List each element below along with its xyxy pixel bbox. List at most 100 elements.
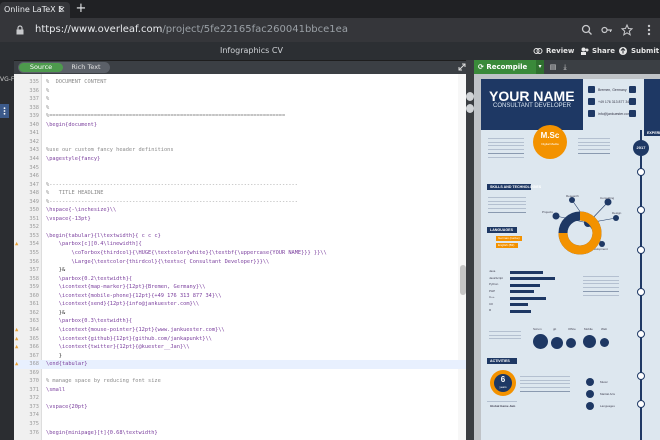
- code-line[interactable]: 336%: [14, 87, 468, 96]
- code-line[interactable]: 343 %use our custom fancy header definiti…: [14, 146, 468, 155]
- logs-icon[interactable]: ▤: [548, 61, 558, 73]
- mobile-phone-icon: [588, 98, 595, 105]
- code-line[interactable]: 349 %------------------------------------…: [14, 198, 468, 207]
- submit-icon: [619, 47, 627, 55]
- code-line[interactable]: 356 \Large{\textcolor{thirdcol}{\textsc{…: [14, 258, 468, 267]
- submit-button[interactable]: Submit: [631, 44, 659, 58]
- bar: [510, 296, 546, 300]
- experience-header: EXPERIENCE: [644, 130, 660, 136]
- warning-icon[interactable]: ▲: [15, 360, 22, 369]
- code-line[interactable]: 369: [14, 369, 468, 378]
- address-input[interactable]: https://www.overleaf.com/project/5fe2216…: [35, 23, 348, 37]
- code-line[interactable]: 375: [14, 420, 468, 429]
- code-line[interactable]: 367 }: [14, 352, 468, 361]
- code-text: % DOCUMENT CONTENT: [46, 79, 107, 85]
- warning-icon[interactable]: ▲: [15, 343, 22, 352]
- code-line[interactable]: 358 \parbox{0.2\textwidth}{: [14, 275, 468, 284]
- code-line[interactable]: 344 \pagestyle{fancy}: [14, 155, 468, 164]
- code-text: \end{tabular}: [46, 361, 88, 368]
- line-number: 363: [29, 318, 39, 325]
- recompile-button[interactable]: ⟳ Recompile: [474, 60, 536, 74]
- warning-icon[interactable]: ▲: [15, 240, 22, 249]
- line-number: 360: [29, 292, 39, 299]
- browser-tab-strip: [0, 0, 660, 18]
- browser-tab-title: Online LaTeX E: [4, 5, 64, 14]
- bar-label: C#: [489, 301, 493, 306]
- document-title[interactable]: Infographics CV: [220, 44, 283, 58]
- warning-icon[interactable]: ▲: [15, 326, 22, 335]
- code-line[interactable]: 371 \small: [14, 386, 468, 395]
- cv-role: CONSULTANT DEVELOPER: [493, 103, 572, 109]
- code-line[interactable]: 348 % TITLE HEADLINE: [14, 189, 468, 198]
- pane-divider[interactable]: [466, 60, 474, 440]
- code-line[interactable]: 350 \hspace{-\inchesize}\\: [14, 206, 468, 215]
- menu-icon[interactable]: [642, 23, 656, 37]
- sync-to-code-icon[interactable]: [466, 104, 474, 113]
- code-line[interactable]: 374: [14, 411, 468, 420]
- code-line[interactable]: 338%: [14, 104, 468, 113]
- code-line[interactable]: 360 \icontext{mobile-phone}{12pt}{+49 17…: [14, 292, 468, 301]
- review-icon: [533, 48, 543, 54]
- review-button[interactable]: Review: [546, 44, 574, 58]
- line-number: 337: [29, 96, 39, 103]
- code-line[interactable]: 376 \begin{minipage}[t]{0.68\textwidth}: [14, 429, 468, 438]
- code-line[interactable]: 340 \begin{document}: [14, 121, 468, 130]
- code-line[interactable]: 365 ▲ \icontext{github}{12pt}{github.com/…: [14, 335, 468, 344]
- line-number: 373: [29, 403, 39, 410]
- warning-icon[interactable]: ▲: [15, 335, 22, 344]
- line-number: 340: [29, 121, 39, 128]
- code-line[interactable]: 372: [14, 394, 468, 403]
- code-line[interactable]: 363 \parbox{0.3\textwidth}{: [14, 317, 468, 326]
- code-line[interactable]: 347 %------------------------------------…: [14, 181, 468, 190]
- code-line[interactable]: 354 ▲ \parbox[c][0.4\linewidth]{: [14, 240, 468, 249]
- line-number: 371: [29, 386, 39, 393]
- contact-phone: +49 176 313 877 34: [598, 100, 630, 104]
- code-line[interactable]: 366 ▲ \icontext{twitter}{12pt}{@kuester__…: [14, 343, 468, 352]
- code-line[interactable]: 364 ▲ \icontext{mouse-pointer}{12pt}{www.…: [14, 326, 468, 335]
- code-line[interactable]: 345: [14, 164, 468, 173]
- code-line[interactable]: 346: [14, 172, 468, 181]
- code-text: \icontext{twitter}{12pt}{@kuester__Jan}\…: [46, 344, 190, 351]
- source-mode-button[interactable]: Source: [19, 63, 63, 72]
- code-line[interactable]: 370 % manage space by reducing font size: [14, 377, 468, 386]
- key-icon[interactable]: [600, 23, 614, 37]
- code-line[interactable]: 351 \vspace{-13pt}: [14, 215, 468, 224]
- code-line[interactable]: 373 \vspace{20pt}: [14, 403, 468, 412]
- code-line[interactable]: 341: [14, 129, 468, 138]
- code-line[interactable]: 361 \icontext{send}{12pt}{info@jankueste…: [14, 300, 468, 309]
- line-number: 369: [29, 369, 39, 376]
- recompile-dropdown-icon[interactable]: ▾: [536, 60, 544, 74]
- file-tree-selected[interactable]: [0, 104, 9, 118]
- code-text: \Large{\textcolor{thirdcol}{\textsc{ Con…: [46, 258, 270, 265]
- rich-text-mode-button[interactable]: Rich Text: [64, 63, 108, 72]
- line-number: 347: [29, 181, 39, 188]
- new-tab-button[interactable]: +: [74, 2, 88, 16]
- music-icon: [586, 378, 594, 386]
- lock-icon[interactable]: [15, 25, 25, 35]
- tab-close-icon[interactable]: ×: [58, 2, 70, 18]
- code-line[interactable]: 355 \coTorbox{thirdcol}{\HUGE{\textcolor…: [14, 249, 468, 258]
- code-line[interactable]: 352: [14, 223, 468, 232]
- code-line[interactable]: 339 %====================================…: [14, 112, 468, 121]
- hobby-label: Languages: [600, 404, 615, 408]
- bar-label: C++: [489, 295, 495, 299]
- bar: [510, 309, 531, 313]
- timeline-dot: [637, 330, 645, 338]
- share-button[interactable]: Share: [592, 44, 615, 58]
- years-number: 6: [500, 375, 506, 384]
- code-line[interactable]: 362 }&: [14, 309, 468, 318]
- download-pdf-icon[interactable]: ⤓: [560, 61, 570, 73]
- activities-header: ACTIVITIES: [487, 358, 517, 364]
- code-line[interactable]: 335 % DOCUMENT CONTENT: [14, 78, 468, 87]
- sync-to-pdf-icon[interactable]: [466, 92, 474, 101]
- star-icon[interactable]: [620, 23, 634, 37]
- code-line[interactable]: 357 }&: [14, 266, 468, 275]
- activities-text: [520, 375, 570, 395]
- code-line[interactable]: 353 \begin{tabular}{l\textwidth}{ c c c}: [14, 232, 468, 241]
- code-line[interactable]: 359 \icontext{map-marker}{12pt}{Bremen, …: [14, 283, 468, 292]
- code-line[interactable]: 337%: [14, 95, 468, 104]
- search-icon[interactable]: [580, 23, 594, 37]
- code-text: \icontext{map-marker}{12pt}{Bremen, Germ…: [46, 284, 206, 291]
- code-line[interactable]: 342: [14, 138, 468, 147]
- code-line[interactable]: 368 ▲ \end{tabular}: [14, 360, 468, 369]
